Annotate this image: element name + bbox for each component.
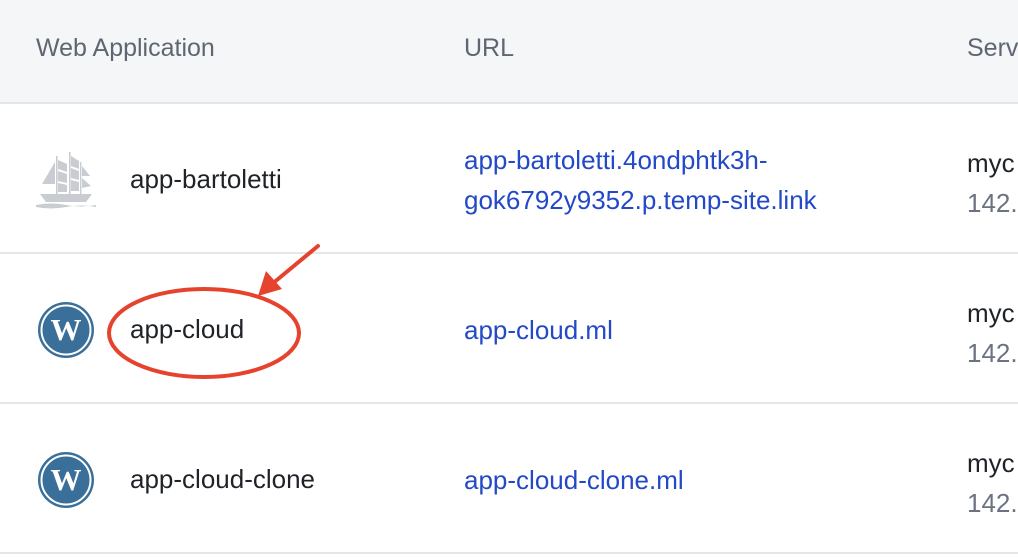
table-header: Web Application URL Serv [0, 0, 1018, 104]
wordpress-icon: W [38, 302, 94, 358]
app-url-link[interactable]: app-cloud-clone.ml [464, 460, 684, 500]
server-name[interactable]: myc [967, 448, 1015, 479]
app-url-link-line1[interactable]: app-bartoletti.4ondphtk3h- [464, 140, 768, 180]
app-url-link-line2[interactable]: gok6792y9352.p.temp-site.link [464, 180, 817, 220]
server-ip: 142. [967, 188, 1018, 218]
svg-text:W: W [51, 312, 82, 347]
server-name[interactable]: myc [967, 298, 1015, 329]
table-row[interactable]: app-bartoletti app-bartoletti.4ondphtk3h… [0, 104, 1018, 254]
table-row[interactable]: W app-cloud app-cloud.ml myc 142. [0, 254, 1018, 404]
table-row[interactable]: W app-cloud-clone app-cloud-clone.ml myc… [0, 404, 1018, 554]
column-header-server[interactable]: Serv [967, 34, 1018, 63]
wordpress-icon: W [38, 452, 94, 508]
server-ip: 142. [967, 338, 1018, 368]
sailboat-icon [36, 152, 96, 209]
web-applications-table: Web Application URL Serv app-bartoletti … [0, 0, 1018, 558]
column-header-web-application[interactable]: Web Application [36, 34, 215, 63]
server-name[interactable]: myc [967, 148, 1015, 179]
app-name[interactable]: app-bartoletti [130, 164, 282, 195]
svg-text:W: W [51, 462, 82, 497]
server-ip: 142. [967, 488, 1018, 518]
app-name[interactable]: app-cloud [130, 314, 244, 345]
app-url-link[interactable]: app-cloud.ml [464, 310, 613, 350]
column-header-url[interactable]: URL [464, 34, 514, 63]
app-name[interactable]: app-cloud-clone [130, 464, 315, 495]
